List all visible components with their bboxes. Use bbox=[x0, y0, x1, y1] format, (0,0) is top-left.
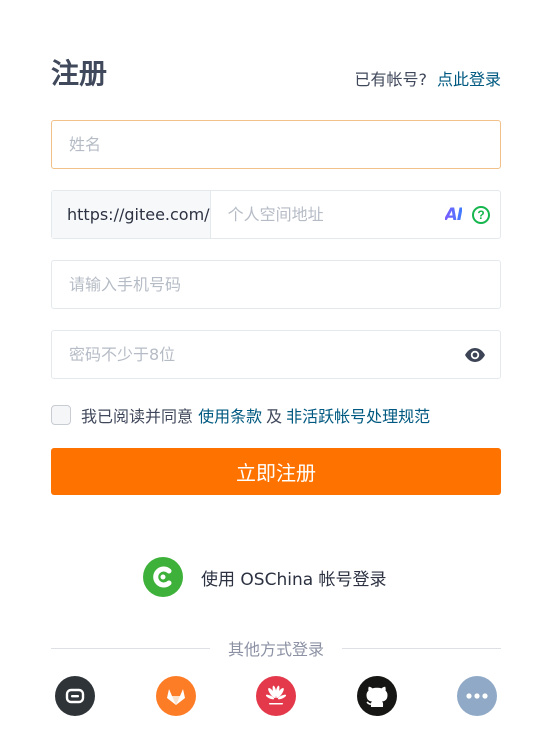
ai-icon[interactable]: AI bbox=[445, 205, 464, 225]
oschina-icon bbox=[143, 557, 183, 597]
other-login-label: 其他方式登录 bbox=[228, 640, 325, 659]
name-input[interactable] bbox=[52, 121, 500, 168]
gitee-link-icon[interactable] bbox=[55, 676, 95, 716]
password-input[interactable] bbox=[52, 331, 500, 378]
gitlab-icon[interactable] bbox=[155, 676, 196, 716]
password-field[interactable] bbox=[51, 330, 501, 379]
terms-link[interactable]: 使用条款 bbox=[198, 403, 262, 427]
oschina-login-button[interactable]: 使用 OSChina 帐号登录 bbox=[143, 557, 387, 597]
agree-checkbox[interactable] bbox=[51, 405, 71, 425]
login-hint: 已有帐号? 点此登录 bbox=[354, 66, 501, 90]
agree-and: 及 bbox=[266, 407, 283, 426]
divider-line bbox=[51, 647, 210, 649]
phone-input[interactable] bbox=[52, 261, 500, 308]
name-field[interactable] bbox=[51, 120, 501, 169]
has-account-text: 已有帐号? bbox=[354, 70, 427, 89]
more-icon[interactable] bbox=[457, 676, 497, 716]
divider-line bbox=[342, 647, 502, 649]
page-title: 注册 bbox=[51, 57, 108, 90]
agreement-row: 我已阅读并同意 使用条款及非活跃帐号处理规范 bbox=[51, 403, 430, 427]
space-address-input[interactable] bbox=[210, 191, 445, 238]
agree-prefix: 我已阅读并同意 bbox=[81, 407, 194, 426]
github-icon[interactable] bbox=[356, 676, 397, 716]
eye-icon[interactable] bbox=[464, 345, 486, 370]
space-url-field[interactable]: https://gitee.com/ AI ? bbox=[51, 190, 501, 239]
oschina-login-label: 使用 OSChina 帐号登录 bbox=[201, 569, 387, 590]
social-login-list bbox=[55, 676, 497, 716]
policy-link[interactable]: 非活跃帐号处理规范 bbox=[286, 403, 430, 427]
phone-field[interactable] bbox=[51, 260, 501, 309]
help-icon[interactable]: ? bbox=[472, 205, 491, 224]
url-prefix: https://gitee.com/ bbox=[52, 191, 211, 238]
register-button[interactable]: 立即注册 bbox=[51, 448, 501, 495]
login-link[interactable]: 点此登录 bbox=[437, 70, 501, 89]
other-login-divider: 其他方式登录 bbox=[51, 636, 502, 660]
huawei-icon[interactable] bbox=[256, 676, 296, 716]
